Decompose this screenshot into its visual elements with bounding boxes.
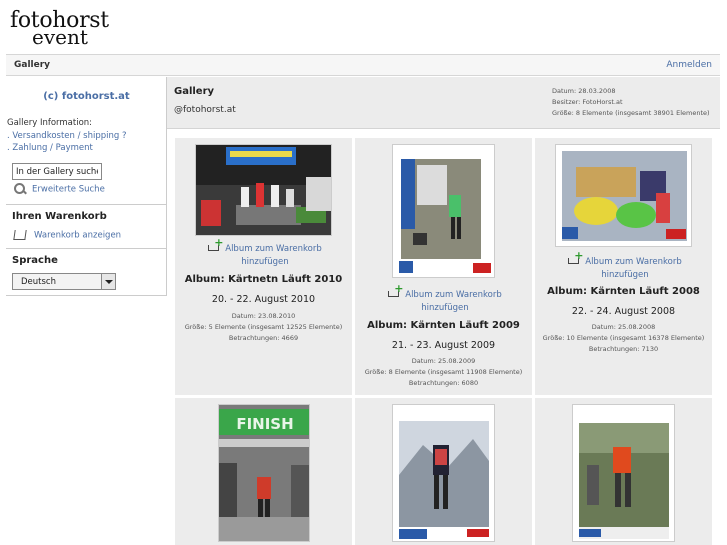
album-thumbnail[interactable]: FINISH (218, 404, 310, 542)
album-title[interactable]: Album: Kärtnetn Läuft 2010 (175, 274, 352, 285)
finish-text: FINISH (236, 415, 293, 433)
add-label-1: Album zum Warenkorb (225, 244, 322, 254)
album-card: Album zum Warenkorb hinzufügen Album: Kä… (355, 138, 532, 395)
gallery-meta: Datum: 28.03.2008 Besitzer: FotoHorst.at… (552, 86, 710, 119)
album-meta-size: Größe: 10 Elemente (insgesamt 16378 Elem… (542, 334, 705, 342)
add-label-2: hinzufügen (601, 270, 649, 280)
album-meta: Datum: 25.08.2008 Größe: 10 Elemente (in… (535, 322, 712, 355)
cart-header: Ihren Warenkorb (12, 211, 107, 222)
album-meta: Datum: 23.08.2010 Größe: 5 Elemente (ins… (175, 311, 352, 344)
language-header: Sprache (12, 255, 58, 266)
album-meta-date: Datum: 25.08.2009 (411, 357, 476, 365)
album-date-range: 22. - 24. August 2008 (571, 306, 676, 317)
album-card (535, 398, 712, 545)
album-date-range: 20. - 22. August 2010 (211, 294, 316, 305)
album-thumbnail[interactable] (392, 144, 495, 278)
album-meta-views: Betrachtungen: 6080 (408, 379, 479, 387)
add-album-to-cart-link[interactable]: Album zum Warenkorb hinzufügen (205, 236, 325, 269)
finish-photo: FINISH (219, 405, 309, 541)
language-select[interactable]: Deutsch (12, 273, 116, 290)
gallery-info: Gallery Information: . Versandkosten / s… (7, 117, 127, 155)
site-logo[interactable]: fotohorst event (10, 10, 109, 48)
album-thumbnail[interactable] (572, 404, 675, 542)
add-label-2: hinzufügen (421, 303, 469, 313)
add-album-to-cart-link[interactable]: Album zum Warenkorb hinzufügen (563, 249, 687, 282)
album-title[interactable]: Album: Kärnten Läuft 2008 (535, 286, 712, 297)
album-date-range: 21. - 23. August 2009 (391, 340, 496, 351)
sidebar: (c) fotohorst.at Gallery Information: . … (6, 77, 167, 296)
add-label-2: hinzufügen (241, 257, 289, 267)
album-meta-date: Datum: 23.08.2010 (231, 312, 296, 320)
album-thumbnail[interactable] (195, 144, 332, 236)
album-thumbnail[interactable] (555, 144, 692, 247)
divider (6, 248, 167, 249)
login-link[interactable]: Anmelden (666, 60, 712, 70)
trail-runner-photo (573, 405, 674, 541)
album-card: Album zum Warenkorb hinzufügen Album: Kä… (175, 138, 352, 395)
breadcrumb-bar: Gallery Anmelden (6, 54, 720, 76)
add-album-to-cart-link[interactable]: Album zum Warenkorb hinzufügen (385, 282, 505, 315)
cart-add-icon (568, 249, 583, 265)
runner-photo (393, 145, 494, 277)
cart-add-icon (208, 236, 223, 252)
view-cart-link[interactable]: Warenkorb anzeigen (13, 230, 122, 241)
album-meta-size: Größe: 5 Elemente (insgesamt 12525 Eleme… (184, 323, 343, 331)
add-label-1: Album zum Warenkorb (585, 257, 682, 267)
language-selected-value: Deutsch (21, 277, 56, 287)
gallery-info-header: Gallery Information: (7, 118, 93, 128)
album-meta: Datum: 25.08.2009 Größe: 8 Elemente (ins… (355, 356, 532, 389)
album-card (355, 398, 532, 545)
divider (6, 204, 167, 205)
gallery-header: Gallery @fotohorst.at Datum: 28.03.2008 … (167, 77, 720, 129)
gallery-subtitle: @fotohorst.at (174, 105, 236, 115)
shipping-link[interactable]: . Versandkosten / shipping ? (7, 130, 127, 143)
album-title[interactable]: Album: Kärnten Läuft 2009 (355, 320, 532, 331)
album-thumbnail[interactable] (392, 404, 495, 542)
podium-photo (196, 145, 331, 235)
album-meta-size: Größe: 8 Elemente (insgesamt 11908 Eleme… (364, 368, 523, 376)
album-meta-views: Betrachtungen: 7130 (588, 345, 659, 353)
gallery-meta-owner: Besitzer: FotoHorst.at (552, 98, 623, 106)
sidebar-title: (c) fotohorst.at (43, 91, 130, 102)
breadcrumb-gallery[interactable]: Gallery (14, 60, 50, 70)
payment-link[interactable]: . Zahlung / Payment (7, 142, 127, 155)
album-card: FINISH (175, 398, 352, 545)
album-meta-date: Datum: 25.08.2008 (591, 323, 656, 331)
gallery-meta-date: Datum: 28.03.2008 (552, 87, 616, 95)
album-card: Album zum Warenkorb hinzufügen Album: Kä… (535, 138, 712, 395)
album-meta-views: Betrachtungen: 4669 (228, 334, 299, 342)
magnifier-icon (14, 183, 26, 195)
cart-icon (13, 230, 27, 240)
mountain-runner-photo (393, 405, 494, 541)
add-label-1: Album zum Warenkorb (405, 290, 502, 300)
gallery-meta-size: Größe: 8 Elemente (insgesamt 38901 Eleme… (552, 109, 710, 117)
advanced-search-link[interactable]: Erweiterte Suche (14, 183, 105, 195)
gallery-title: Gallery (174, 86, 215, 97)
chevron-down-icon[interactable] (101, 274, 115, 289)
cart-add-icon (388, 282, 403, 298)
view-cart-label: Warenkorb anzeigen (34, 230, 122, 241)
search-input[interactable] (12, 163, 102, 180)
advanced-search-label: Erweiterte Suche (32, 184, 105, 195)
costume-photo (556, 145, 691, 246)
